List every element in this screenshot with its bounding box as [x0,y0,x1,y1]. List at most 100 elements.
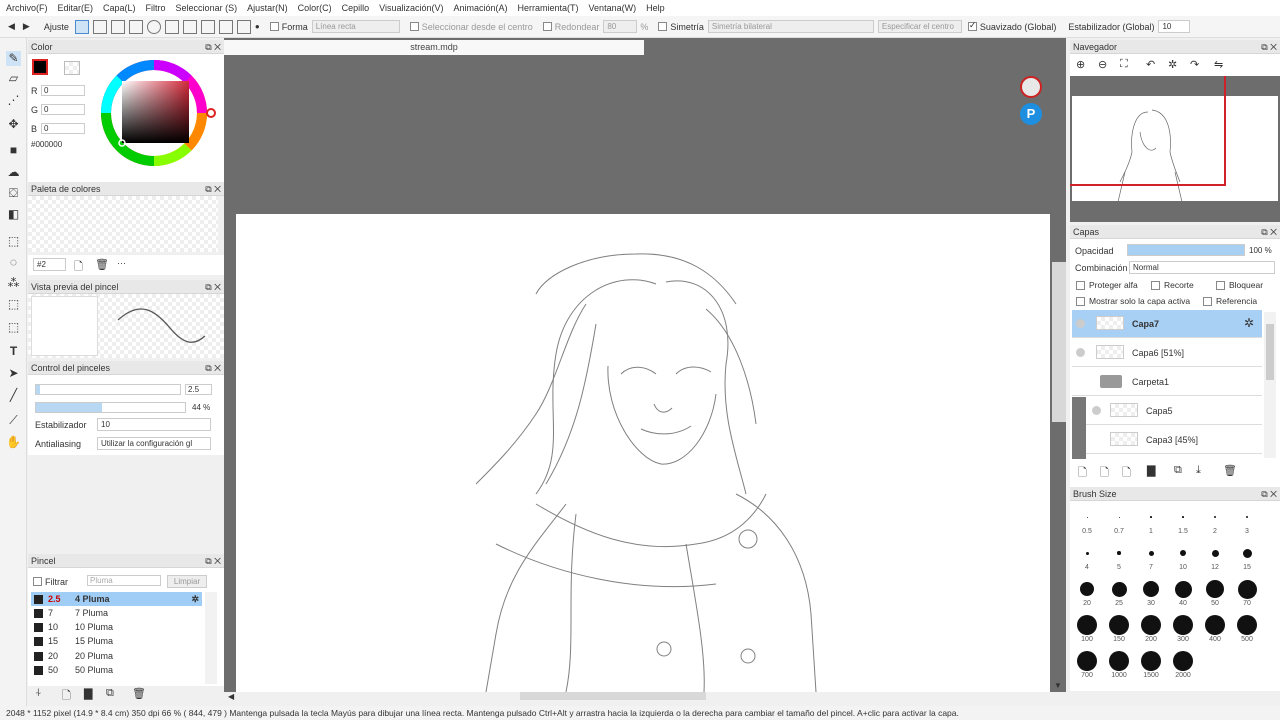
panel-close-icon[interactable]: ⧉ ✕ [205,280,221,294]
delete-layer-icon[interactable]: 🗑 [1223,464,1237,477]
brush-list-item[interactable]: 50 50 Pluma [31,663,202,677]
layers-scrollbar[interactable] [1264,312,1276,458]
brush-list-scrollbar[interactable] [205,592,217,684]
brush-opacity-slider[interactable] [35,402,186,413]
snap-curve-icon[interactable] [236,19,251,34]
brush-new-icon[interactable]: 🗋 [62,687,71,706]
visibility-icon[interactable] [1076,319,1085,328]
brush-size-dot[interactable] [1077,615,1097,635]
smudge-tool-icon[interactable]: ☁ [6,165,21,180]
estabilizador-select[interactable]: 10 [1158,20,1191,33]
canvas-vertical-scrollbar[interactable] [1052,262,1066,422]
pixiv-icon[interactable]: P [1020,103,1042,125]
brush-list-item[interactable]: 15 15 Pluma [31,634,202,648]
stabilizer-select[interactable]: 10 [97,418,211,431]
rotate-left-icon[interactable]: ↶ [1146,58,1155,71]
line-tool-icon[interactable]: ╱ [6,388,21,403]
eyedropper-tool-icon[interactable]: ⟋ [6,413,21,428]
dot-tool-icon[interactable]: ⋰ [6,93,21,108]
suavizado-checkbox[interactable] [967,20,977,31]
bucket-tool-icon[interactable]: ⛋ [6,186,21,201]
filter-checkbox[interactable] [33,577,42,586]
forma-checkbox[interactable] [269,22,279,31]
snap-perspective-icon[interactable] [164,19,179,34]
brush-list-item[interactable]: 10 10 Pluma [31,620,202,634]
navigator-preview[interactable] [1070,76,1280,222]
menu-seleccionar[interactable]: Seleccionar (S) [176,3,238,13]
magic-wand-icon[interactable]: ⁂ [6,276,21,291]
brush-size-dot[interactable] [1237,579,1257,599]
r-input[interactable]: 0 [41,85,85,96]
select-rect-icon[interactable]: ⬚ [6,234,21,249]
snap-table-icon[interactable] [218,19,233,34]
brush-size-dot[interactable] [1109,651,1129,671]
layer-settings-icon[interactable]: ✲ [1244,316,1254,330]
menu-animacion[interactable]: Animación(A) [454,3,508,13]
flip-icon[interactable]: ⇋ [1214,58,1223,71]
eraser-tool-icon[interactable]: ▱ [6,71,21,86]
new-layer-icon[interactable]: 🗋 [1078,464,1087,483]
palette-more-icon[interactable]: ··· [117,258,126,268]
palette-swatches[interactable] [28,196,218,252]
brush-size-dot[interactable] [1080,582,1094,596]
brush-size-dot[interactable] [1150,516,1152,518]
hand-tool-icon[interactable]: ✋ [6,435,21,450]
brush-size-dot[interactable] [1077,651,1097,671]
navigator-view-rect[interactable] [1070,76,1226,186]
select-pen-icon[interactable]: ⬚ [6,297,21,312]
avatar-icon[interactable] [1020,76,1042,98]
visibility-icon[interactable] [1076,348,1085,357]
layer-folder-row[interactable]: Carpeta1 [1072,368,1262,396]
snap-lines-icon[interactable] [110,19,125,34]
brush-size-dot[interactable] [1242,548,1252,558]
brush-size-dot[interactable] [1205,615,1225,635]
brush-size-dot[interactable] [1086,516,1088,518]
brush-size-dot[interactable] [1182,516,1184,518]
background-color-swatch[interactable] [64,61,80,75]
protect-alpha-checkbox[interactable] [1076,281,1085,290]
blend-select[interactable]: Normal [1129,261,1275,274]
visibility-icon[interactable] [1092,406,1101,415]
new-folder-icon[interactable]: ▇ [1147,464,1155,477]
text-tool-icon[interactable]: T [6,344,21,359]
scroll-down-icon[interactable]: ▼ [1054,681,1062,690]
especificar-centro-button[interactable]: Especificar el centro [877,20,962,33]
brush-size-dot[interactable] [1211,549,1219,557]
redo-icon[interactable]: ▶ [23,21,30,32]
brush-size-grid[interactable]: 0.5 0.7 1 1.5 2 3 4 5 7 10 12 15 20 25 30 40 50 70 100 150 2… [1075,505,1259,690]
filter-input[interactable]: Pluma [87,575,161,586]
brush-list-item[interactable]: 20 20 Pluma [31,649,202,663]
brush-size-dot[interactable] [1117,551,1121,555]
menu-ventana[interactable]: Ventana(W) [589,3,637,13]
menu-cepillo[interactable]: Cepillo [342,3,370,13]
snap-parallel-icon[interactable] [128,19,143,34]
snap-concentric-icon[interactable] [146,19,161,34]
menu-color[interactable]: Color(C) [298,3,332,13]
menu-filtro[interactable]: Filtro [146,3,166,13]
redondear-input[interactable]: 80 [603,20,638,33]
gradient-tool-icon[interactable]: ◧ [6,207,21,222]
pointer-tool-icon[interactable]: ➤ [6,366,21,381]
panel-close-icon[interactable]: ⧉ ✕ [1261,40,1277,54]
panel-close-icon[interactable]: ⧉ ✕ [205,40,221,54]
redondear-checkbox[interactable] [542,22,552,31]
menu-editar[interactable]: Editar(E) [58,3,94,13]
new-layer-add-icon[interactable]: 🗋 [1122,464,1131,483]
snap-grid2-icon[interactable] [182,19,197,34]
zoom-out-icon[interactable]: ⊖ [1098,58,1107,71]
layer-row[interactable]: Capa3 [45%] [1086,426,1262,454]
brush-size-dot[interactable] [1174,580,1192,598]
brush-size-dot[interactable] [1141,651,1161,671]
brush-size-dot[interactable] [1245,515,1249,519]
palette-select[interactable]: #2 [33,258,66,271]
b-input[interactable]: 0 [41,123,85,134]
rotate-reset-icon[interactable]: ✲ [1168,58,1177,71]
panel-close-icon[interactable]: ⧉ ✕ [205,182,221,196]
layer-row[interactable]: Capa5 [1086,397,1262,425]
menu-archivo[interactable]: Archivo(F) [6,3,48,13]
panel-close-icon[interactable]: ⧉ ✕ [205,361,221,375]
palette-new-icon[interactable]: 🗋 [74,258,83,277]
brush-folder-icon[interactable]: ▇ [84,687,92,700]
brush-size-dot[interactable] [1173,651,1193,671]
merge-down-icon[interactable]: ⤓ [1196,464,1201,477]
